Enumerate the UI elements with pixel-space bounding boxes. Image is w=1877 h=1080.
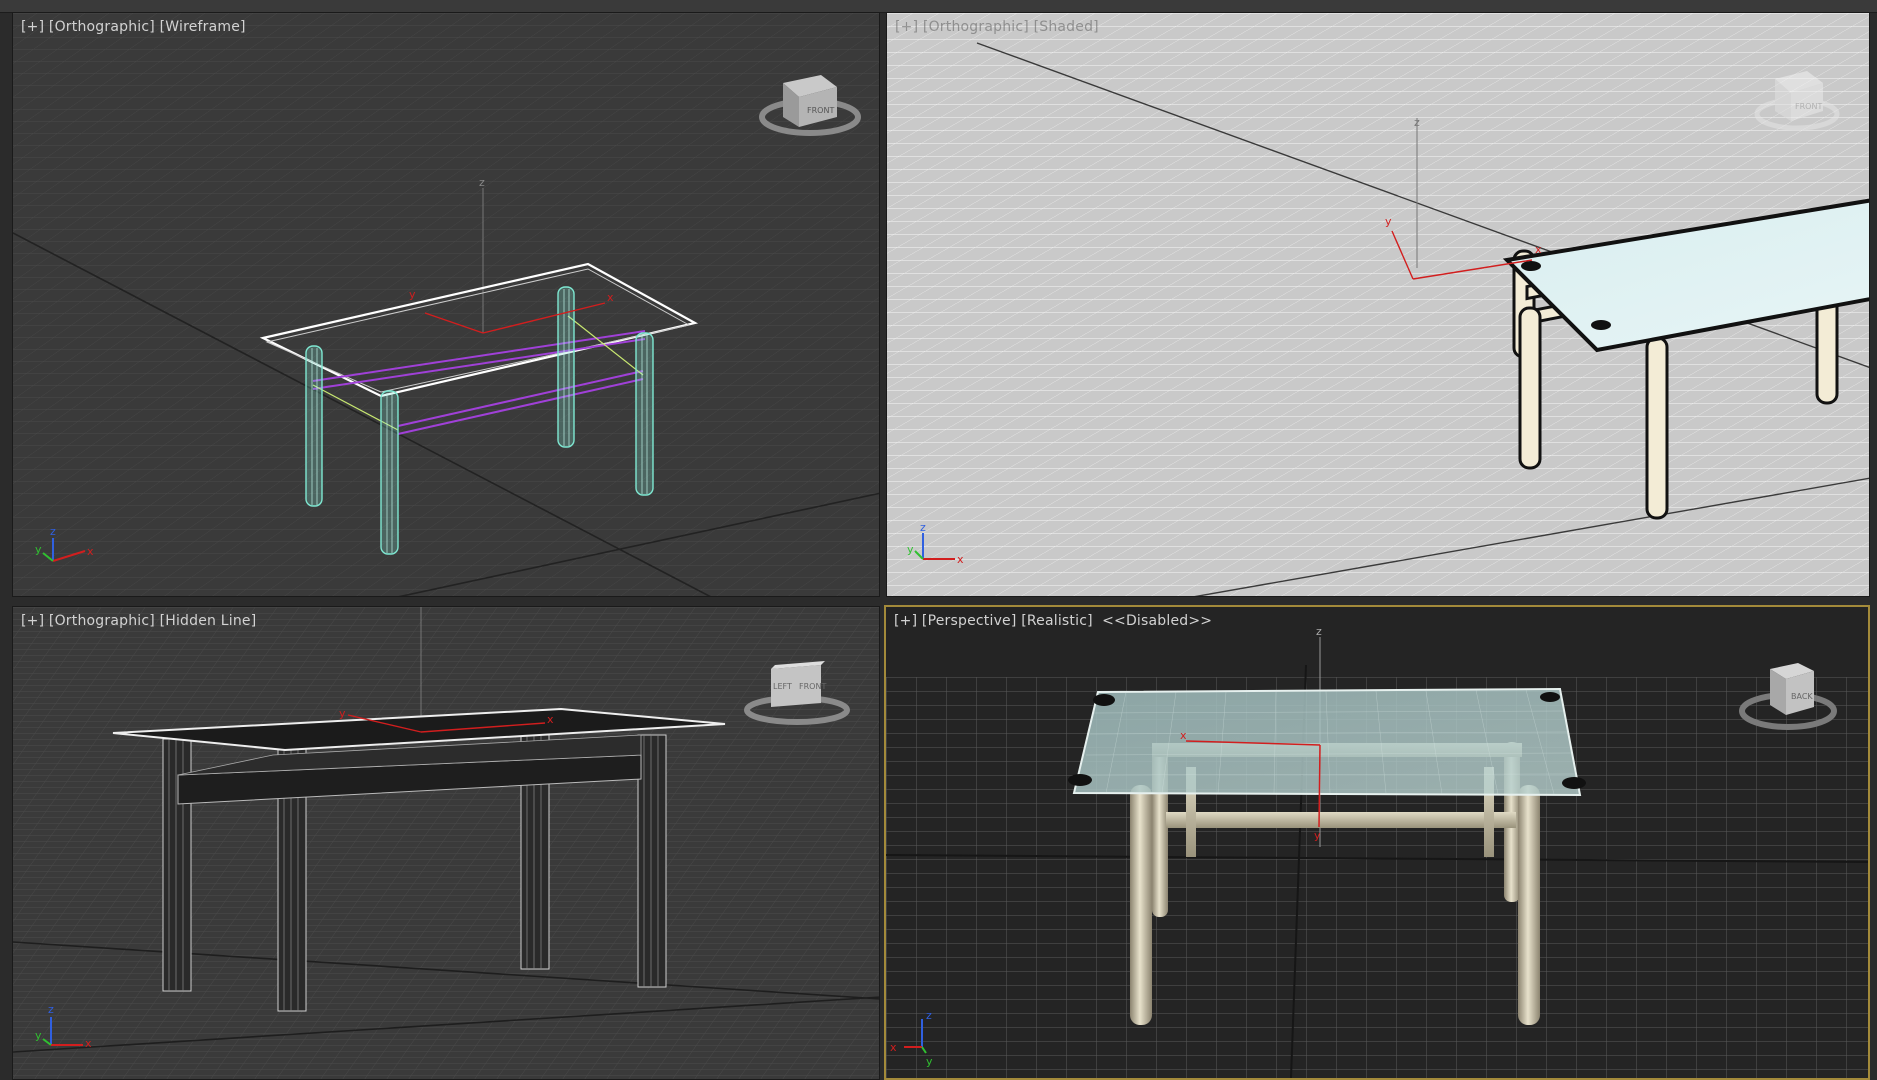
- viewport-canvas[interactable]: x y z BACK z x y: [886, 607, 1868, 1078]
- disabled-indicator[interactable]: <<Disabled>>: [1102, 613, 1212, 629]
- svg-text:z: z: [48, 1003, 54, 1016]
- viewport-bottom-left[interactable]: y x LEFT FRONT z x y [+] [Orthographic] …: [12, 606, 880, 1080]
- viewcube-face-label: FRONT: [1795, 102, 1822, 111]
- viewport-canvas[interactable]: y x z FRONT z x y: [887, 13, 1870, 597]
- svg-text:y: y: [907, 543, 914, 556]
- gizmo-y-label: y: [1314, 829, 1321, 842]
- viewport-canvas[interactable]: y x LEFT FRONT z x y: [13, 607, 880, 1080]
- gizmo-x-label: x: [1535, 243, 1542, 256]
- shading-mode-button[interactable]: [Wireframe]: [160, 19, 246, 35]
- gizmo-z-label: z: [1316, 625, 1322, 638]
- viewport-label: [+] [Orthographic] [Shaded]: [895, 19, 1099, 35]
- viewport-label: [+] [Orthographic] [Hidden Line]: [21, 613, 256, 629]
- gizmo-x-label: x: [1180, 729, 1187, 742]
- viewcube-side-label: LEFT: [773, 682, 792, 691]
- svg-text:z: z: [920, 521, 926, 534]
- viewport-label: [+] [Orthographic] [Wireframe]: [21, 19, 246, 35]
- view-type-button[interactable]: [Orthographic]: [923, 19, 1029, 35]
- viewport-menu-button[interactable]: [+]: [21, 613, 44, 629]
- viewcube-face-label: BACK: [1791, 692, 1813, 701]
- viewport-menu-button[interactable]: [+]: [895, 19, 918, 35]
- viewport-canvas[interactable]: y x z FRONT z x y: [13, 13, 880, 597]
- viewcube-face-label: FRONT: [807, 106, 834, 115]
- view-type-button[interactable]: [Orthographic]: [49, 19, 155, 35]
- shading-mode-button[interactable]: [Shaded]: [1034, 19, 1099, 35]
- viewport-menu-button[interactable]: [+]: [894, 613, 917, 629]
- viewport-top-left[interactable]: y x z FRONT z x y [+] [Orthographic] [Wi…: [12, 12, 880, 597]
- gizmo-z-label: z: [1414, 116, 1420, 129]
- svg-text:x: x: [957, 553, 964, 566]
- svg-text:y: y: [35, 1029, 42, 1042]
- viewcube-face-label: FRONT: [799, 682, 826, 691]
- viewport-bottom-right[interactable]: x y z BACK z x y [+] [Perspective] [Real…: [884, 605, 1870, 1080]
- shading-mode-button[interactable]: [Hidden Line]: [160, 613, 257, 629]
- gizmo-z-label: z: [479, 176, 485, 189]
- svg-text:z: z: [926, 1009, 932, 1022]
- svg-text:x: x: [87, 545, 94, 558]
- svg-text:y: y: [926, 1055, 933, 1068]
- gizmo-y-label: y: [409, 288, 416, 301]
- viewport-label: [+] [Perspective] [Realistic] <<Disabled…: [894, 613, 1212, 629]
- gizmo-x-label: x: [607, 291, 614, 304]
- home-grid: [13, 607, 879, 1079]
- shading-mode-button[interactable]: [Realistic]: [1021, 613, 1093, 629]
- svg-text:x: x: [890, 1041, 897, 1054]
- gizmo-x-label: x: [547, 713, 554, 726]
- gizmo-y-label: y: [339, 707, 346, 720]
- svg-text:x: x: [85, 1037, 92, 1050]
- svg-text:y: y: [35, 543, 42, 556]
- svg-text:z: z: [50, 525, 56, 538]
- home-grid: [13, 13, 879, 596]
- view-type-button[interactable]: [Perspective]: [922, 613, 1017, 629]
- viewport-top-right[interactable]: y x z FRONT z x y [+] [Orthographic] [Sh…: [886, 12, 1870, 597]
- viewport-menu-button[interactable]: [+]: [21, 19, 44, 35]
- gizmo-y-label: y: [1385, 215, 1392, 228]
- view-type-button[interactable]: [Orthographic]: [49, 613, 155, 629]
